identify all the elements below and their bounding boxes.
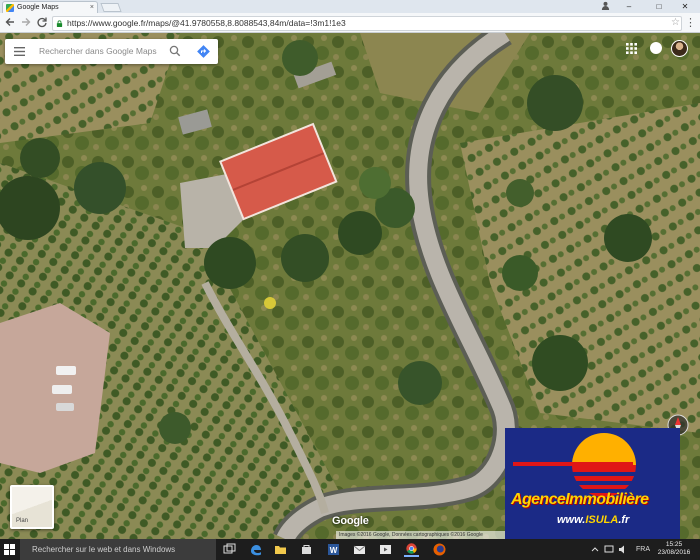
new-tab-button[interactable] bbox=[100, 3, 122, 12]
menu-hamburger-icon[interactable] bbox=[14, 47, 25, 56]
tab-title: Google Maps bbox=[17, 4, 59, 11]
search-icon[interactable] bbox=[169, 45, 181, 57]
word-icon[interactable]: W bbox=[326, 542, 341, 557]
agency-website: www.ISULA.fr bbox=[557, 514, 630, 526]
window-minimize-button[interactable]: – bbox=[614, 0, 644, 13]
reload-icon[interactable] bbox=[35, 16, 49, 30]
address-bar[interactable]: https://www.google.fr/maps/@41.9780558,8… bbox=[52, 16, 682, 31]
windows-start-icon[interactable] bbox=[4, 544, 15, 555]
taskbar-search-input[interactable]: Rechercher sur le web et dans Windows bbox=[20, 539, 216, 560]
google-logo: Google bbox=[332, 515, 369, 527]
forward-arrow-icon[interactable] bbox=[19, 16, 33, 30]
google-maps-favicon-icon bbox=[6, 4, 14, 12]
network-icon[interactable] bbox=[604, 539, 614, 560]
edge-icon[interactable] bbox=[248, 542, 263, 557]
chrome-menu-icon[interactable]: ⋮ bbox=[685, 16, 696, 30]
task-view-icon[interactable] bbox=[222, 542, 237, 557]
agency-red-bar bbox=[513, 462, 633, 466]
language-indicator[interactable]: FRA bbox=[636, 539, 650, 560]
google-apps-icon[interactable] bbox=[626, 43, 637, 54]
user-icon[interactable] bbox=[598, 1, 612, 12]
firefox-icon[interactable] bbox=[432, 542, 447, 557]
windows-taskbar: Rechercher sur le web et dans Windows W … bbox=[0, 539, 700, 560]
avatar[interactable] bbox=[671, 40, 688, 57]
clock-date: 23/08/2016 bbox=[657, 549, 691, 556]
secure-lock-icon bbox=[56, 20, 63, 27]
map-layer-toggle[interactable]: Plan bbox=[10, 485, 54, 529]
svg-text:W: W bbox=[330, 546, 338, 555]
volume-icon[interactable] bbox=[618, 539, 628, 560]
file-explorer-icon[interactable] bbox=[273, 542, 288, 557]
tray-chevron-icon[interactable] bbox=[590, 539, 600, 560]
search-box[interactable]: Rechercher dans Google Maps bbox=[5, 39, 218, 64]
agency-logo: AgenceImmobilière www.ISULA.fr bbox=[505, 428, 680, 539]
clock-time: 15:25 bbox=[665, 541, 683, 548]
browser-window: Google Maps × – □ ✕ https://www.google.f… bbox=[0, 0, 700, 560]
taskbar-clock[interactable]: 15:25 23/08/2016 bbox=[655, 541, 693, 557]
window-close-button[interactable]: ✕ bbox=[670, 0, 700, 13]
satellite-map[interactable]: Rechercher dans Google Maps Plan Google … bbox=[0, 33, 700, 539]
store-icon[interactable] bbox=[299, 542, 314, 557]
back-arrow-icon[interactable] bbox=[3, 16, 17, 30]
tab-google-maps[interactable]: Google Maps × bbox=[2, 1, 98, 13]
search-input[interactable]: Rechercher dans Google Maps bbox=[39, 39, 157, 64]
bookmark-star-icon[interactable]: ☆ bbox=[671, 16, 680, 30]
tab-strip: Google Maps × – □ ✕ bbox=[0, 0, 700, 13]
directions-icon[interactable] bbox=[197, 45, 210, 58]
map-attribution[interactable]: Images ©2016 Google, Données cartographi… bbox=[336, 531, 506, 539]
notifications-icon[interactable] bbox=[650, 42, 662, 54]
toolbar: https://www.google.fr/maps/@41.9780558,8… bbox=[0, 13, 700, 33]
chrome-icon[interactable] bbox=[404, 542, 419, 557]
layer-thumb-label: Plan bbox=[16, 518, 29, 524]
mail-icon[interactable] bbox=[352, 542, 367, 557]
media-icon[interactable] bbox=[378, 542, 393, 557]
tab-close-icon[interactable]: × bbox=[90, 2, 94, 13]
agency-title: AgenceImmobilière bbox=[511, 491, 649, 508]
url-text: https://www.google.fr/maps/@41.9780558,8… bbox=[67, 18, 346, 28]
